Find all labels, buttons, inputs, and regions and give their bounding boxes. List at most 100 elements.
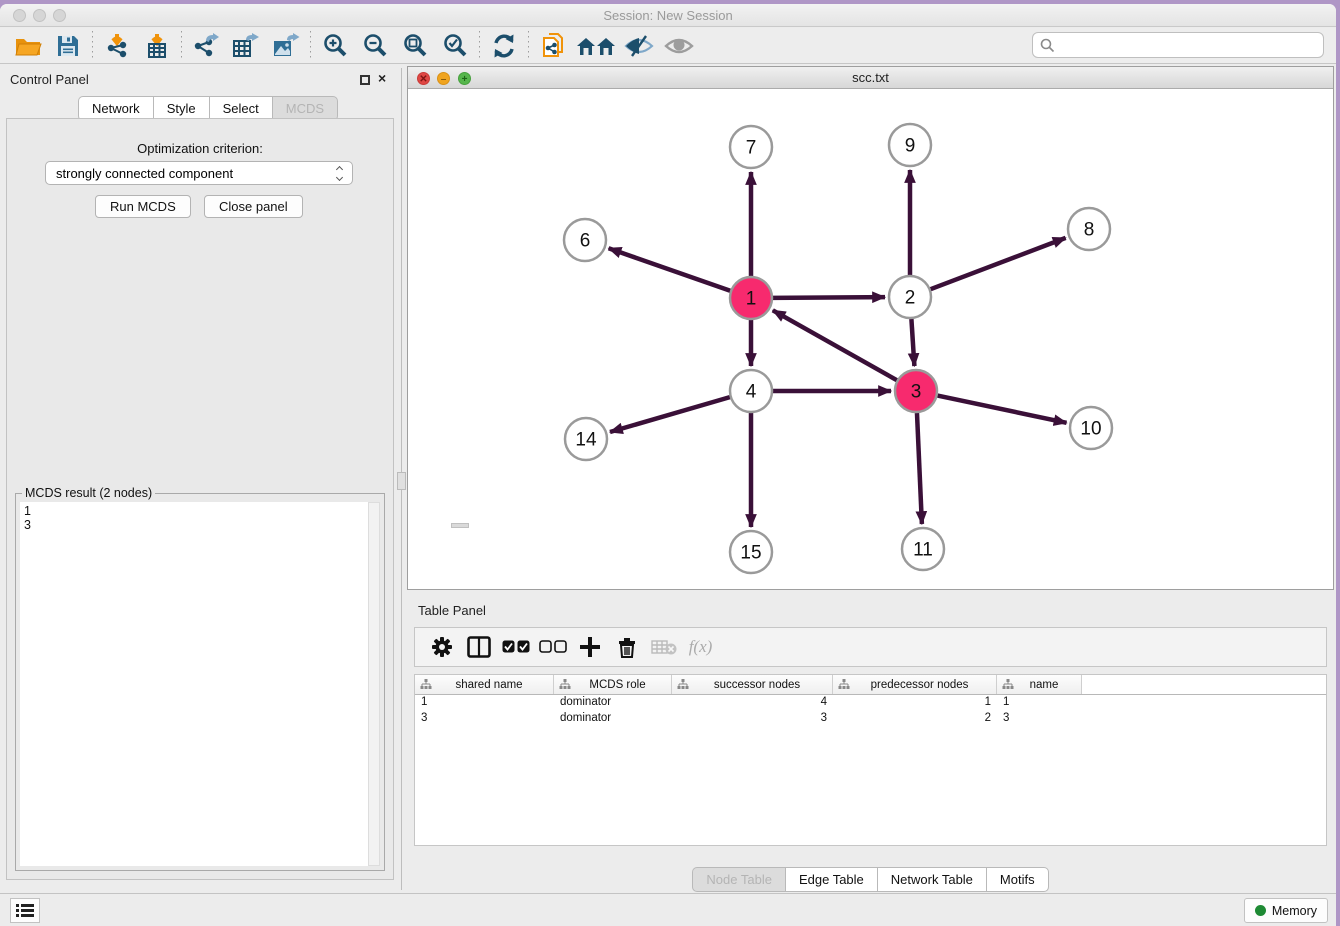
edge-1-2[interactable] xyxy=(773,297,885,298)
network-window-titlebar: ✕ – + scc.txt xyxy=(408,67,1333,89)
edge-3-11[interactable] xyxy=(917,413,922,524)
table-cell: dominator xyxy=(554,695,672,711)
tab-network-table[interactable]: Network Table xyxy=(877,867,986,892)
search-field[interactable] xyxy=(1032,32,1324,58)
graph-node-11[interactable]: 11 xyxy=(902,528,944,570)
table-cell: 1 xyxy=(415,695,554,711)
table-panel-title: Table Panel xyxy=(418,603,486,618)
export-image-icon[interactable] xyxy=(266,30,306,62)
svg-text:10: 10 xyxy=(1080,419,1101,440)
table-tabs: Node TableEdge TableNetwork TableMotifs xyxy=(407,867,1334,892)
criterion-dropdown[interactable]: strongly connected component xyxy=(45,161,353,185)
function-builder-icon[interactable]: f(x) xyxy=(682,631,719,663)
graph-node-15[interactable]: 15 xyxy=(730,531,772,573)
edge-2-8[interactable] xyxy=(931,238,1066,289)
zoom-out-icon[interactable] xyxy=(355,30,395,62)
network-window-title: scc.txt xyxy=(408,70,1333,85)
table-header-row: shared nameMCDS rolesuccessor nodesprede… xyxy=(415,675,1326,695)
column-header-name[interactable]: name xyxy=(997,675,1082,694)
tab-motifs[interactable]: Motifs xyxy=(986,867,1049,892)
export-table-icon[interactable] xyxy=(226,30,266,62)
zoom-in-icon[interactable] xyxy=(315,30,355,62)
graph-node-4[interactable]: 4 xyxy=(730,370,772,412)
node-table[interactable]: shared nameMCDS rolesuccessor nodesprede… xyxy=(414,674,1327,846)
network-graph[interactable]: 7 9 6 8 1 2 4 3 14 10 15 11 xyxy=(408,89,1333,589)
import-network-icon[interactable] xyxy=(97,30,137,62)
save-session-icon[interactable] xyxy=(48,30,88,62)
graph-node-6[interactable]: 6 xyxy=(564,219,606,261)
svg-text:6: 6 xyxy=(580,231,591,252)
edge-2-3[interactable] xyxy=(911,319,914,366)
delete-column-icon[interactable] xyxy=(608,631,645,663)
table-cell: 1 xyxy=(997,695,1082,711)
edge-4-14[interactable] xyxy=(610,397,730,432)
column-view-icon[interactable] xyxy=(460,631,497,663)
table-row[interactable]: 1dominator411 xyxy=(415,695,1326,711)
memory-status-icon xyxy=(1255,905,1266,916)
table-cell: 3 xyxy=(672,711,833,727)
svg-text:2: 2 xyxy=(905,288,916,309)
table-cell: 3 xyxy=(997,711,1082,727)
list-icon xyxy=(16,903,34,918)
memory-button[interactable]: Memory xyxy=(1244,898,1328,923)
edge-1-6[interactable] xyxy=(609,248,731,290)
mcds-result-group: MCDS result (2 nodes) 1 3 xyxy=(15,493,385,871)
select-all-icon[interactable] xyxy=(497,631,534,663)
tab-node-table[interactable]: Node Table xyxy=(692,867,785,892)
graph-node-7[interactable]: 7 xyxy=(730,126,772,168)
svg-text:15: 15 xyxy=(740,543,761,564)
column-header-successor-nodes[interactable]: successor nodes xyxy=(672,675,833,694)
apply-layout-icon[interactable] xyxy=(484,30,524,62)
search-input[interactable] xyxy=(1060,38,1323,53)
network-from-selection-icon[interactable] xyxy=(533,30,573,62)
zoom-selected-icon[interactable] xyxy=(435,30,475,62)
svg-text:3: 3 xyxy=(911,382,922,403)
run-mcds-button[interactable]: Run MCDS xyxy=(95,195,191,218)
graph-node-2[interactable]: 2 xyxy=(889,276,931,318)
close-panel-button[interactable]: Close panel xyxy=(204,195,303,218)
edge-3-10[interactable] xyxy=(938,396,1067,423)
zoom-fit-icon[interactable] xyxy=(395,30,435,62)
svg-text:7: 7 xyxy=(746,138,757,159)
svg-text:4: 4 xyxy=(746,382,757,403)
add-column-icon[interactable] xyxy=(571,631,608,663)
show-graphics-details-icon[interactable] xyxy=(619,30,659,62)
deselect-all-icon[interactable] xyxy=(534,631,571,663)
control-panel-title: Control Panel xyxy=(10,72,89,87)
tab-edge-table[interactable]: Edge Table xyxy=(785,867,877,892)
graph-node-3[interactable]: 3 xyxy=(895,370,937,412)
network-canvas[interactable]: 7 9 6 8 1 2 4 3 14 10 15 11 xyxy=(408,89,1333,589)
table-row[interactable]: 3dominator323 xyxy=(415,711,1326,727)
control-panel-float-icon[interactable] xyxy=(360,75,370,85)
graph-node-10[interactable]: 10 xyxy=(1070,407,1112,449)
column-header-shared-name[interactable]: shared name xyxy=(415,675,554,694)
export-network-icon[interactable] xyxy=(186,30,226,62)
table-cell: 4 xyxy=(672,695,833,711)
graph-node-8[interactable]: 8 xyxy=(1068,208,1110,250)
table-cell: 3 xyxy=(415,711,554,727)
settings-gear-icon[interactable] xyxy=(423,631,460,663)
memory-label: Memory xyxy=(1272,904,1317,918)
graph-node-14[interactable]: 14 xyxy=(565,418,607,460)
ndex-home-icon[interactable] xyxy=(573,30,619,62)
hide-graphics-details-icon[interactable] xyxy=(659,30,699,62)
svg-text:14: 14 xyxy=(575,430,597,451)
graph-node-9[interactable]: 9 xyxy=(889,124,931,166)
main-toolbar xyxy=(0,28,1336,64)
table-cell: dominator xyxy=(554,711,672,727)
mcds-result-text[interactable]: 1 3 xyxy=(20,502,368,866)
column-header-MCDS-role[interactable]: MCDS role xyxy=(554,675,672,694)
graph-node-1[interactable]: 1 xyxy=(730,277,772,319)
edge-3-1[interactable] xyxy=(773,310,897,380)
svg-text:9: 9 xyxy=(905,136,916,157)
criterion-value: strongly connected component xyxy=(56,166,337,181)
open-session-icon[interactable] xyxy=(8,30,48,62)
column-header-predecessor-nodes[interactable]: predecessor nodes xyxy=(833,675,997,694)
import-table-icon[interactable] xyxy=(137,30,177,62)
vertical-splitter-handle[interactable] xyxy=(397,472,406,490)
delete-table-icon[interactable] xyxy=(645,631,682,663)
result-scrollbar[interactable] xyxy=(368,502,380,866)
control-panel-close-icon[interactable]: × xyxy=(378,70,386,86)
task-history-button[interactable] xyxy=(10,898,40,923)
network-window-resize-handle[interactable] xyxy=(451,523,469,528)
